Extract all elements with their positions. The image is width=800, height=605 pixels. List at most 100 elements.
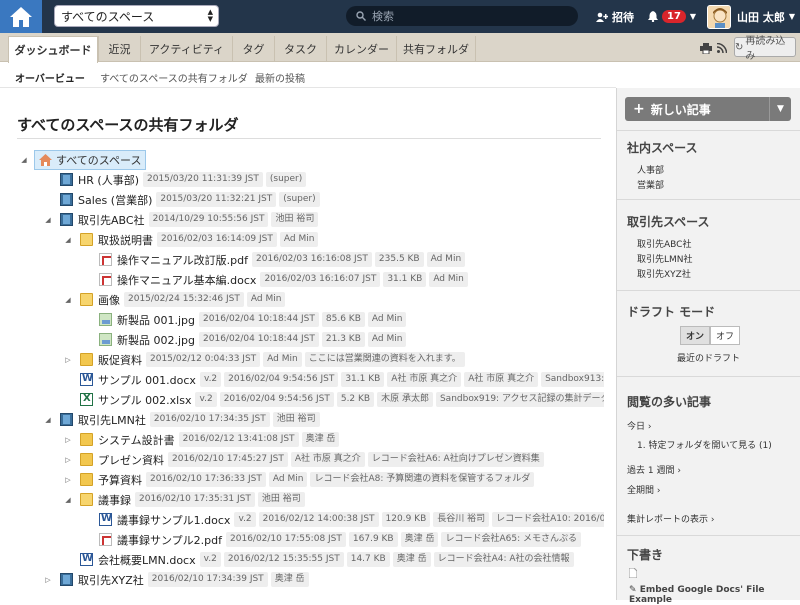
tree-root[interactable]: ◢ すべてのスペース	[20, 150, 147, 170]
collapse-toggle-icon[interactable]: ◢	[44, 416, 52, 424]
tab-tags[interactable]: タグ	[232, 36, 274, 62]
space-select[interactable]: すべてのスペース ▲ ▼	[54, 5, 219, 27]
tree-row[interactable]: 新製品 002.jpg 2016/02/04 10:18:44 JST 21.3 K…	[99, 330, 409, 349]
tree-row[interactable]: ◢ 画像 2015/02/24 15:32:46 JST Ad Min	[65, 290, 288, 309]
expand-toggle-icon[interactable]: ▷	[64, 476, 72, 484]
tree-item-meta: 奥津 岳	[392, 552, 431, 567]
search-box[interactable]	[346, 6, 578, 26]
word-icon	[80, 373, 93, 386]
collapse-toggle-icon[interactable]: ◢	[20, 156, 28, 164]
tab-activity[interactable]: アクティビティ	[140, 36, 232, 62]
tree-row[interactable]: ▷ 取引先XYZ社 2016/02/10 17:34:39 JST 奥津 岳	[45, 570, 312, 589]
tree-item-name[interactable]: 新製品 002.jpg	[117, 332, 195, 348]
tree-row[interactable]: ▷ プレゼン資料 2016/02/10 17:45:27 JST A社 市原 真之介レ…	[65, 450, 547, 469]
tree-row[interactable]: ▷ システム設計書 2016/02/12 13:41:08 JST 奥津 岳	[65, 430, 342, 449]
draft-off-button[interactable]: オフ	[710, 326, 741, 345]
tree-item-name[interactable]: Sales (営業部)	[78, 192, 152, 208]
tab-recent[interactable]: 近況	[98, 36, 140, 62]
tree-row[interactable]: ◢ 取引先LMN社 2016/02/10 17:34:35 JST 池田 裕司	[45, 410, 323, 429]
tree-item-name[interactable]: 取引先LMN社	[78, 412, 146, 428]
tree-item-name[interactable]: 予算資料	[98, 472, 142, 488]
tree-item-meta: (super)	[265, 172, 307, 187]
tree-item-name[interactable]: 議事録サンプル2.pdf	[117, 532, 222, 548]
expand-toggle-icon[interactable]: ▷	[64, 436, 72, 444]
notifications-button[interactable]: 17 ▼	[648, 0, 696, 33]
tree-item-name[interactable]: サンプル 002.xlsx	[98, 392, 191, 408]
tree-item-name[interactable]: プレゼン資料	[98, 452, 164, 468]
expand-toggle-icon[interactable]: ▷	[64, 456, 72, 464]
tree-item-name[interactable]: 議事録	[98, 492, 131, 508]
expand-toggle-icon[interactable]: ▷	[44, 576, 52, 584]
tree-item-name[interactable]: 取引先XYZ社	[78, 572, 144, 588]
reload-button[interactable]: ↻ 再読み込み	[734, 36, 796, 62]
tree-row[interactable]: 操作マニュアル改訂版.pdf 2016/02/03 16:16:08 JST 235…	[99, 250, 468, 269]
collapse-toggle-icon[interactable]: ◢	[64, 296, 72, 304]
collapse-toggle-icon[interactable]: ◢	[64, 236, 72, 244]
draft-item-label: Embed Google Docs' File Example	[629, 585, 765, 605]
subnav-latest-posts[interactable]: 最新の投稿	[255, 70, 305, 85]
past-week-filter[interactable]: 過去 1 週間 ›	[627, 463, 681, 476]
tree-item-name[interactable]: 会社概要LMN.docx	[98, 552, 196, 568]
tree-row[interactable]: 操作マニュアル基本編.docx 2016/02/03 16:16:07 JST 31…	[99, 270, 471, 289]
tree-row[interactable]: ◢ 議事録 2016/02/10 17:35:31 JST 池田 裕司	[65, 490, 308, 509]
tree-root-label[interactable]: すべてのスペース	[34, 150, 147, 170]
tree-row[interactable]: ▷ 予算資料 2016/02/10 17:36:33 JST Ad Min レコード会社…	[65, 470, 537, 489]
tree-item-name[interactable]: 操作マニュアル基本編.docx	[117, 272, 256, 288]
search-icon	[356, 11, 366, 21]
tree-item-name[interactable]: 取扱説明書	[98, 232, 153, 248]
tree-row[interactable]: 議事録サンプル2.pdf 2016/02/10 17:55:08 JST 167.9…	[99, 530, 584, 549]
tree-item-name[interactable]: システム設計書	[98, 432, 175, 448]
recent-drafts-link[interactable]: 最近のドラフト	[677, 351, 740, 364]
client-space-link[interactable]: 取引先ABC社	[637, 237, 691, 250]
tree-item-name[interactable]: 販促資料	[98, 352, 142, 368]
tree-row[interactable]: 会社概要LMN.docxv.22016/02/12 15:35:55 JST14…	[80, 550, 577, 569]
draft-mode-toggle[interactable]: オン オフ	[680, 326, 741, 345]
client-space-link[interactable]: 取引先XYZ社	[637, 267, 691, 280]
internal-space-link[interactable]: 営業部	[637, 178, 664, 191]
tree-item-name[interactable]: 新製品 001.jpg	[117, 312, 195, 328]
user-menu[interactable]: 山田 太郎 ▼	[707, 0, 795, 33]
invite-button[interactable]: 招待	[596, 0, 634, 33]
tree-row[interactable]: HR (人事部) 2015/03/20 11:31:39 JST (super)	[60, 170, 309, 189]
tab-tasks[interactable]: タスク	[274, 36, 326, 62]
today-filter[interactable]: 今日 ›	[627, 419, 652, 432]
tree-item-name[interactable]: 議事録サンプル1.docx	[117, 512, 230, 528]
tree-row[interactable]: サンプル 001.docxv.22016/02/04 9:54:56 JST31…	[80, 370, 604, 389]
subnav-shared-folders[interactable]: すべてのスペースの共有フォルダ	[100, 70, 248, 85]
tab-shared-folders[interactable]: 共有フォルダ	[396, 36, 476, 62]
search-input[interactable]	[372, 9, 562, 23]
tree-row[interactable]: ◢ 取引先ABC社 2014/10/29 10:55:56 JST 池田 裕司	[45, 210, 321, 229]
report-view-link[interactable]: 集計レポートの表示 ›	[627, 512, 715, 525]
tab-calendar[interactable]: カレンダー	[326, 36, 396, 62]
tree-row[interactable]: Sales (営業部) 2015/03/20 11:32:21 JST (super…	[60, 190, 323, 209]
tab-dashboard[interactable]: ダッシュボード	[8, 36, 98, 63]
internal-space-link[interactable]: 人事部	[637, 163, 664, 176]
tree-item-name[interactable]: HR (人事部)	[78, 172, 139, 188]
draft-item[interactable]: ✎ Embed Google Docs' File Example	[629, 585, 800, 605]
tree-item-name[interactable]: 操作マニュアル改訂版.pdf	[117, 252, 248, 268]
tree-item-meta: 120.9 KB	[381, 512, 431, 527]
tree-row[interactable]: 議事録サンプル1.docx v.22016/02/12 14:00:38 JST1…	[99, 510, 604, 529]
new-post-button[interactable]: + 新しい記事 ▼	[625, 97, 791, 121]
rss-button[interactable]	[717, 36, 727, 60]
all-time-filter[interactable]: 全期間 ›	[627, 483, 661, 496]
expand-toggle-icon[interactable]: ▷	[64, 356, 72, 364]
collapse-toggle-icon[interactable]: ◢	[44, 216, 52, 224]
client-space-link[interactable]: 取引先LMN社	[637, 252, 693, 265]
collapse-toggle-icon[interactable]: ◢	[64, 496, 72, 504]
tree-item-name[interactable]: 画像	[98, 292, 120, 308]
tree-row[interactable]: ▷ 販促資料 2015/02/12 0:04:33 JST Ad Min ここには営業関…	[65, 350, 468, 369]
home-button[interactable]	[0, 0, 42, 33]
tree-item-name[interactable]: サンプル 001.docx	[98, 372, 196, 388]
draft-on-button[interactable]: オン	[680, 326, 711, 345]
tree-row[interactable]: サンプル 002.xlsx v.22016/02/04 9:54:56 JST5.…	[80, 390, 604, 409]
book-icon	[60, 573, 73, 586]
tree-item-name[interactable]: 取引先ABC社	[78, 212, 145, 228]
tree-row[interactable]: ◢ 取扱説明書 2016/02/03 16:14:09 JST Ad Min	[65, 230, 321, 249]
home-icon	[39, 153, 52, 166]
popular-post-item[interactable]: 1. 特定フォルダを開いて見る (1)	[637, 438, 772, 451]
subnav-overview[interactable]: オーバービュー	[15, 70, 85, 85]
chevron-down-icon[interactable]: ▼	[769, 97, 791, 121]
tree-row[interactable]: 新製品 001.jpg 2016/02/04 10:18:44 JST 85.6 K…	[99, 310, 409, 329]
print-button[interactable]	[700, 36, 712, 60]
